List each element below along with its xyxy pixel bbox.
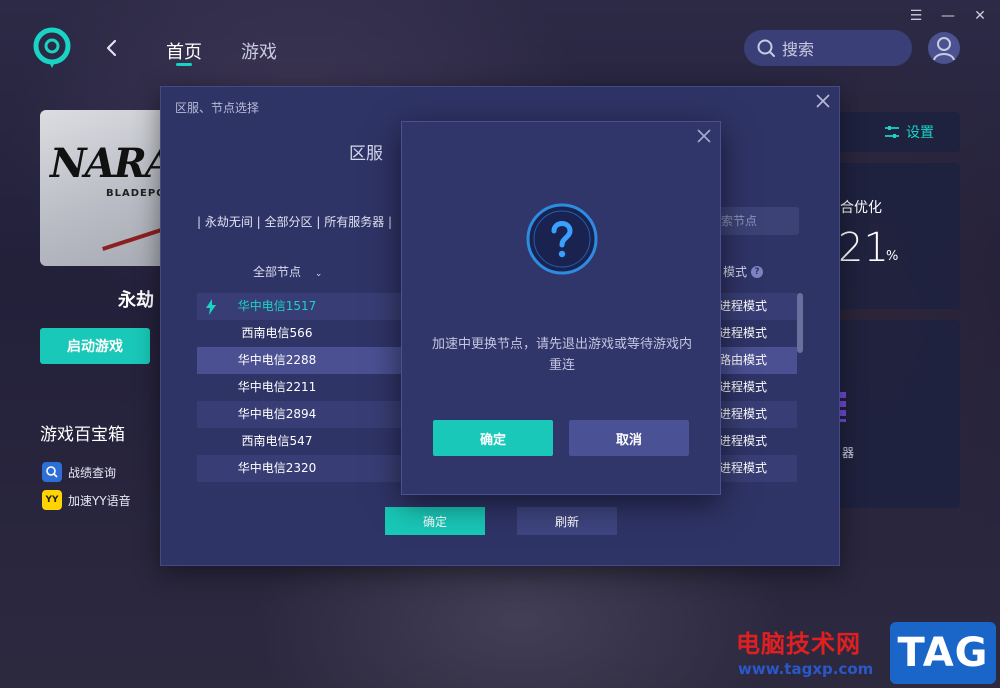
nav-tab-home[interactable]: 首页: [166, 38, 202, 64]
node-mode: 进程模式: [719, 380, 768, 394]
tool-item-yy-voice[interactable]: YY 加速YY语音: [42, 490, 131, 510]
search-icon: [42, 462, 62, 482]
region-label: 区服: [349, 144, 383, 164]
app-logo-icon: [33, 27, 71, 68]
region-filter-breadcrumb[interactable]: | 永劫无间 | 全部分区 | 所有服务器 |: [197, 213, 392, 230]
active-tab-indicator: [176, 63, 192, 66]
close-window-icon[interactable]: ✕: [972, 8, 988, 24]
node-name: 华中电信2894: [237, 407, 317, 421]
cancel-button[interactable]: 取消: [569, 420, 689, 456]
start-game-button[interactable]: 启动游戏: [40, 328, 150, 364]
node-name: 西南电信547: [241, 434, 313, 448]
accelerator-text: 器: [842, 446, 855, 460]
node-mode: 进程模式: [719, 434, 768, 448]
search-box[interactable]: 搜索: [744, 30, 912, 66]
menu-icon[interactable]: ☰: [908, 8, 924, 24]
back-arrow-icon[interactable]: [102, 38, 122, 58]
tool-item-label: 战绩查询: [68, 465, 117, 480]
node-name: 华中电信2320: [237, 461, 317, 475]
window-controls: ☰ — ✕: [908, 8, 988, 24]
yy-icon: YY: [42, 490, 62, 510]
settings-button[interactable]: 设置: [838, 112, 960, 152]
confirm-node-button[interactable]: 确定: [385, 507, 485, 535]
help-icon[interactable]: ?: [751, 265, 764, 278]
node-mode: 进程模式: [719, 461, 768, 475]
game-title: 永劫: [118, 290, 154, 311]
tool-item-label: 加速YY语音: [68, 493, 131, 508]
close-icon[interactable]: [696, 128, 712, 144]
scrollbar-thumb[interactable]: [797, 293, 803, 353]
node-mode: 进程模式: [719, 326, 768, 340]
column-header-mode-wrap: 模式 ?: [723, 263, 764, 280]
node-name: 华中电信2211: [237, 380, 317, 394]
node-name: 华中电信2288: [237, 353, 317, 367]
optimize-unit: %: [886, 249, 899, 264]
watermark-tag-logo: TAG: [890, 622, 996, 684]
nav-tab-games[interactable]: 游戏: [241, 38, 277, 64]
user-icon: [933, 37, 955, 61]
watermark: 电脑技术网 www.tagxp.com TAG: [736, 620, 998, 686]
dialog-title: 区服、节点选择: [175, 101, 260, 115]
optimize-card: 合优化 21 %: [838, 163, 960, 309]
switch-node-confirm-dialog: 加速中更换节点，请先退出游戏或等待游戏内重连 确定 取消: [401, 121, 721, 495]
question-icon: [526, 203, 598, 275]
node-name: 西南电信566: [241, 326, 313, 340]
column-header-mode: 模式: [723, 265, 748, 279]
cover-title: NARA: [50, 140, 176, 187]
search-icon: [757, 39, 775, 57]
user-avatar[interactable]: [928, 32, 960, 64]
minimize-icon[interactable]: —: [940, 8, 956, 24]
optimize-label: 合优化: [840, 200, 882, 216]
watermark-url: www.tagxp.com: [738, 660, 874, 678]
node-mode: 进程模式: [719, 407, 768, 421]
chevron-down-icon: ⌄: [314, 269, 323, 279]
tool-item-record-query[interactable]: 战绩查询: [42, 462, 116, 482]
column-header-nodes: 全部节点: [253, 265, 302, 279]
optimize-value: 21: [838, 225, 889, 271]
toolbox-title: 游戏百宝箱: [40, 425, 125, 445]
accelerator-card: 器: [838, 320, 960, 508]
search-placeholder: 搜索: [782, 40, 815, 59]
dialog-message: 加速中更换节点，请先退出游戏或等待游戏内重连: [431, 337, 692, 373]
watermark-text: 电脑技术网: [736, 630, 861, 658]
settings-label: 设置: [906, 125, 934, 141]
sliders-icon: [885, 126, 899, 138]
ok-button[interactable]: 确定: [433, 420, 553, 456]
refresh-button[interactable]: 刷新: [517, 507, 617, 535]
node-mode: 进程模式: [719, 299, 768, 313]
node-name: 华中电信1517: [237, 299, 317, 313]
node-filter-dropdown[interactable]: 全部节点 ⌄: [253, 263, 322, 280]
node-mode: 路由模式: [719, 353, 768, 367]
close-icon[interactable]: [815, 93, 831, 109]
